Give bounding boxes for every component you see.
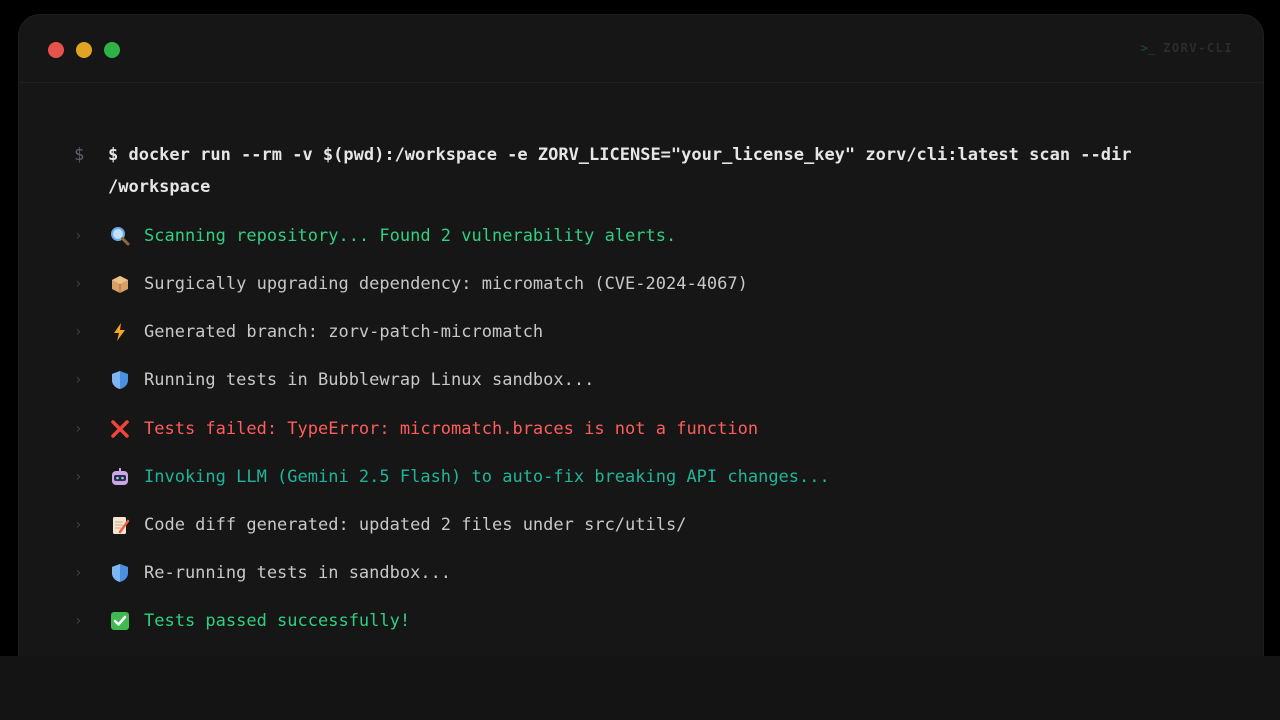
chevron-icon: ›	[74, 469, 83, 485]
chevron-icon: ›	[74, 372, 83, 388]
terminal-window: >_ ZORV-CLI $ $ docker run --rm -v $(pwd…	[18, 14, 1264, 656]
maximize-window-button[interactable]	[104, 42, 120, 58]
memo-icon	[110, 515, 144, 535]
log-line-upgrade: › Surgically upgrading dependency: micro…	[74, 272, 748, 296]
log-text: Invoking LLM (Gemini 2.5 Flash) to auto-…	[144, 467, 830, 487]
log-line-passed: › Tests passed successfully!	[74, 609, 410, 633]
command-text: $ docker run --rm -v $(pwd):/workspace -…	[108, 145, 1132, 197]
cross-icon	[110, 419, 144, 439]
magnifier-icon	[110, 226, 144, 246]
log-line-llm: › Invoking LLM (Gemini 2.5 Flash) to aut…	[74, 465, 830, 489]
chevron-icon: ›	[74, 276, 83, 292]
app-brand: >_ ZORV-CLI	[1141, 41, 1233, 55]
chevron-icon: ›	[74, 228, 83, 244]
page-footer-band	[0, 656, 1280, 720]
check-icon	[110, 611, 144, 631]
lightning-icon	[110, 322, 144, 342]
log-text: Tests passed successfully!	[144, 611, 411, 631]
log-line-tests: › Running tests in Bubblewrap Linux sand…	[74, 368, 594, 392]
terminal-titlebar: >_ ZORV-CLI	[19, 15, 1263, 83]
log-line-failed: › Tests failed: TypeError: micromatch.br…	[74, 417, 758, 441]
log-text: Tests failed: TypeError: micromatch.brac…	[144, 419, 759, 439]
chevron-icon: ›	[74, 324, 83, 340]
log-text: Scanning repository... Found 2 vulnerabi…	[144, 226, 677, 246]
shield-icon	[110, 370, 144, 390]
log-text: Code diff generated: updated 2 files und…	[144, 515, 687, 535]
package-icon	[110, 274, 144, 294]
minimize-window-button[interactable]	[76, 42, 92, 58]
prompt-sigil: $	[74, 145, 85, 165]
chevron-icon: ›	[74, 517, 83, 533]
log-line-branch: › Generated branch: zorv-patch-micromatc…	[74, 320, 543, 344]
terminal-prompt-icon: >_	[1140, 41, 1156, 55]
log-line-scan: › Scanning repository... Found 2 vulnera…	[74, 224, 676, 248]
log-text: Generated branch: zorv-patch-micromatch	[144, 322, 544, 342]
brand-label: ZORV-CLI	[1163, 41, 1233, 55]
log-text: Surgically upgrading dependency: microma…	[144, 274, 748, 294]
log-text: Running tests in Bubblewrap Linux sandbo…	[144, 370, 595, 390]
close-window-button[interactable]	[48, 42, 64, 58]
log-line-rerun: › Re-running tests in sandbox...	[74, 561, 451, 585]
log-text: Re-running tests in sandbox...	[144, 563, 452, 583]
chevron-icon: ›	[74, 565, 83, 581]
shield-icon	[110, 563, 144, 583]
chevron-icon: ›	[74, 613, 83, 629]
chevron-icon: ›	[74, 421, 83, 437]
robot-icon	[110, 467, 144, 487]
log-line-diff: › Code diff generated: updated 2 files u…	[74, 513, 686, 537]
